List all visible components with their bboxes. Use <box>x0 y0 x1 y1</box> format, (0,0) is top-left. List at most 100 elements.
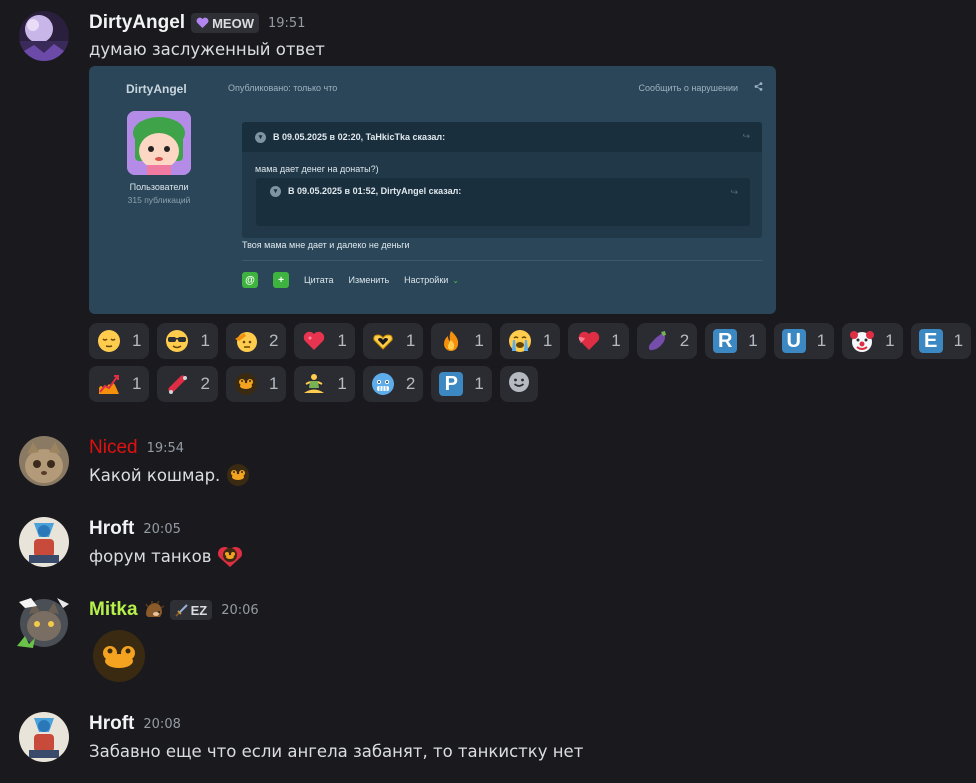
message-text: думаю заслуженный ответ <box>89 39 325 59</box>
reaction-letter-r[interactable]: R 1 <box>705 323 766 359</box>
forum-post-count: 315 публикаций <box>127 195 191 205</box>
forward-icon: ↪ <box>730 187 738 197</box>
reaction-count: 1 <box>542 331 553 350</box>
reactions-row-1: 1 1 2 1 1 1 1 1 2 R 1 U 1 1 E 1 <box>89 323 972 359</box>
mention-icon: @ <box>242 272 258 288</box>
heart-icon <box>302 329 326 353</box>
username[interactable]: Hroft <box>89 518 134 540</box>
reaction-count: 1 <box>132 331 142 350</box>
reaction-saluting[interactable]: 2 <box>225 323 287 359</box>
reaction-relieved[interactable]: 1 <box>89 323 150 359</box>
message-niced: Niced 19:54 Какой кошмар. <box>0 436 976 496</box>
reaction-heart-hands[interactable]: 1 <box>362 323 424 359</box>
reaction-heart[interactable]: 1 <box>294 323 355 359</box>
heart-with-ribbon-icon <box>576 329 600 353</box>
guild-tag[interactable]: EZ <box>169 600 213 620</box>
reaction-skateboard[interactable]: 2 <box>157 366 218 402</box>
reaction-person-lotus[interactable]: 1 <box>294 366 355 402</box>
message-text: Забавно еще что если ангела забанят, то … <box>89 741 584 761</box>
reaction-chart-fire[interactable]: 1 <box>89 366 150 402</box>
timestamp: 20:05 <box>143 521 181 537</box>
avatar[interactable] <box>17 598 69 648</box>
forum-published: Опубликовано: только что <box>228 83 338 93</box>
message-header: Hroft 20:08 <box>89 712 181 736</box>
quote-inner: ▾ В 09.05.2025 в 01:52, DirtyAngel сказа… <box>256 178 750 226</box>
reaction-count: 1 <box>474 374 484 393</box>
reaction-letter-p[interactable]: P 1 <box>431 366 492 402</box>
reaction-fire[interactable]: 1 <box>431 323 492 359</box>
forward-icon: ↪ <box>742 131 750 141</box>
forum-action-quote: Цитата <box>304 275 334 285</box>
reaction-eggplant[interactable]: 2 <box>636 323 698 359</box>
add-reaction-button[interactable] <box>499 366 538 402</box>
skateboard-icon <box>165 372 189 396</box>
forum-actions: @ + Цитата Изменить Настройки ⌄ <box>242 272 474 288</box>
duck-heart-emoji-icon <box>217 544 243 568</box>
guild-tag-label: MEOW <box>212 15 254 31</box>
forum-action-settings: Настройки ⌄ <box>404 275 459 285</box>
reaction-letter-e[interactable]: E 1 <box>910 323 972 359</box>
message-dirtyangel: DirtyAngel MEOW 19:51 думаю заслуженный … <box>0 0 976 410</box>
message-header: Hroft 20:05 <box>89 517 181 541</box>
attached-image-forum-post[interactable]: DirtyAngel Опубликовано: только что Сооб… <box>89 66 776 314</box>
username[interactable]: Niced <box>89 437 138 459</box>
clown-face-icon <box>850 329 875 353</box>
avatar[interactable] <box>19 436 69 486</box>
reaction-heart-ribbon[interactable]: 1 <box>568 323 629 359</box>
username[interactable]: DirtyAngel <box>89 12 185 34</box>
reaction-count: 1 <box>337 331 347 350</box>
reaction-count: 2 <box>268 331 279 350</box>
reaction-count: 1 <box>885 331 895 350</box>
forum-username: DirtyAngel <box>126 82 187 96</box>
reaction-count: 1 <box>200 331 210 350</box>
reaction-count: 1 <box>816 331 827 350</box>
reaction-letter-u[interactable]: U 1 <box>773 323 835 359</box>
reaction-count: 1 <box>337 374 347 393</box>
sunglasses-face-icon <box>165 329 189 353</box>
message-text-content: форум танков <box>89 546 212 566</box>
reaction-sunglasses[interactable]: 1 <box>157 323 218 359</box>
avatar[interactable] <box>19 11 69 61</box>
reaction-count: 1 <box>405 331 416 350</box>
forum-report-link: Сообщить о нарушении <box>638 83 738 93</box>
message-text-content: Какой кошмар. <box>89 465 221 485</box>
message-header: Niced 19:54 <box>89 436 184 460</box>
chevron-down-icon: ▾ <box>255 131 266 143</box>
reaction-count: 1 <box>268 374 279 393</box>
reaction-count: 1 <box>611 331 621 350</box>
cold-face-icon <box>371 372 395 396</box>
reaction-count: 2 <box>405 374 416 393</box>
forum-action-settings-label: Настройки <box>404 275 449 285</box>
username[interactable]: Hroft <box>89 713 134 735</box>
message-text: Какой кошмар. <box>89 463 250 487</box>
reaction-count: 1 <box>953 331 964 350</box>
hedgehog-icon <box>144 601 164 619</box>
saluting-face-icon <box>234 329 258 353</box>
purple-heart-icon <box>196 17 209 29</box>
message-hroft-2: Hroft 20:08 Забавно еще что если ангела … <box>0 712 976 772</box>
reaction-clown[interactable]: 1 <box>842 323 903 359</box>
timestamp: 19:54 <box>146 440 185 456</box>
message-header: DirtyAngel MEOW 19:51 <box>89 11 305 35</box>
reaction-crying[interactable]: 1 <box>499 323 561 359</box>
heart-hands-icon <box>371 329 395 353</box>
guild-tag-label: EZ <box>190 602 208 618</box>
reaction-duck-emoji[interactable]: 1 <box>225 366 287 402</box>
reaction-count: 2 <box>200 374 210 393</box>
relieved-face-icon <box>97 329 121 353</box>
duck-emoji-icon <box>234 372 258 396</box>
message-hroft-1: Hroft 20:05 форум танков <box>0 517 976 577</box>
fire-icon <box>439 329 463 353</box>
avatar[interactable] <box>19 712 69 762</box>
username[interactable]: Mitka <box>89 599 138 621</box>
quote-inner-title: В 09.05.2025 в 01:52, DirtyAngel сказал: <box>288 186 462 196</box>
forum-user-group: Пользователи <box>129 182 189 192</box>
message-mitka: Mitka EZ 20:06 <box>0 598 976 688</box>
guild-tag[interactable]: MEOW <box>191 13 259 33</box>
reaction-cold-face[interactable]: 2 <box>362 366 424 402</box>
chevron-down-icon: ⌄ <box>452 275 459 285</box>
crying-face-icon <box>508 329 532 353</box>
duck-emoji-icon <box>226 463 250 487</box>
avatar[interactable] <box>19 517 69 567</box>
reaction-count: 1 <box>132 374 142 393</box>
